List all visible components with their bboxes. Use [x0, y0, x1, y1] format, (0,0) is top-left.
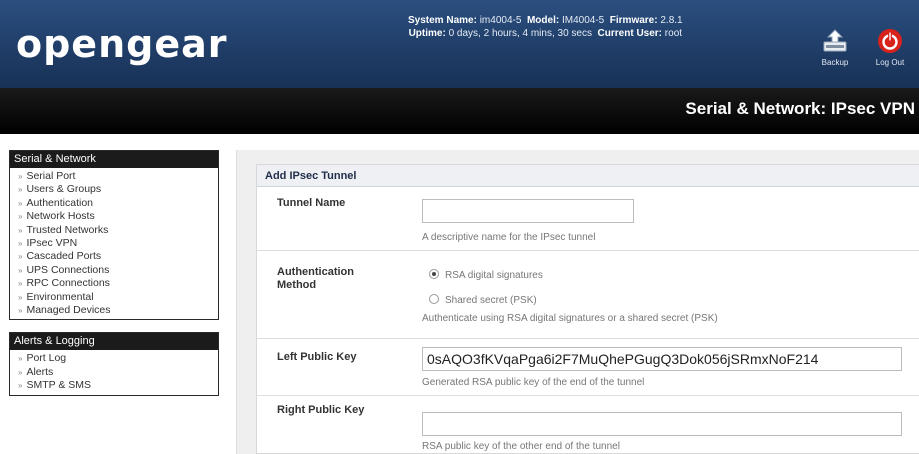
- sidebar-item-label: Cascaded Ports: [26, 250, 102, 263]
- psk-radio-option[interactable]: Shared secret (PSK): [429, 294, 537, 306]
- sidebar-item-label: Network Hosts: [26, 210, 95, 223]
- right-key-label: Right Public Key: [277, 404, 365, 416]
- auth-method-help: Authenticate using RSA digital signature…: [422, 313, 718, 324]
- firmware-value: 2.8.1: [660, 15, 683, 26]
- model-value: IM4004-5: [561, 15, 605, 26]
- bullet-icon: »: [18, 279, 23, 289]
- sidebar-item-alerts[interactable]: » Alerts: [10, 366, 218, 379]
- bullet-icon: »: [18, 198, 23, 208]
- sidebar-group-serial-network: Serial & Network » Serial Port » Users & G…: [9, 150, 219, 321]
- sidebar-item-label: Serial Port: [26, 170, 76, 182]
- bullet-icon: »: [18, 185, 23, 195]
- sidebar-item-managed-devices[interactable]: » Managed Devices: [10, 304, 218, 317]
- tunnel-name-label: Tunnel Name: [277, 197, 346, 209]
- system-info: System Name: im4004-5 Model: IM4004-5 Fi…: [408, 14, 683, 40]
- left-key-label: Left Public Key: [277, 351, 357, 363]
- bullet-icon: »: [18, 212, 23, 222]
- bullet-icon: »: [18, 354, 23, 364]
- backup-button[interactable]: Backup: [818, 28, 852, 67]
- sidebar-item-trusted-networks[interactable]: » Trusted Networks: [10, 224, 218, 237]
- uptime-label: Uptime:: [408, 28, 446, 39]
- left-key-input[interactable]: 0sAQO3fKVqaPga6i2F7MuQhePGugQ3Dok056jSRm…: [422, 347, 902, 371]
- right-key-row: Right Public Key RSA public key of the o…: [257, 396, 919, 454]
- logout-button[interactable]: Log Out: [873, 28, 907, 67]
- bullet-icon: »: [18, 239, 23, 249]
- model-label: Model:: [526, 15, 560, 26]
- sidebar-item-smtp-sms[interactable]: » SMTP & SMS: [10, 379, 218, 392]
- sidebar-item-label: IPsec VPN: [26, 237, 78, 250]
- bullet-icon: »: [18, 367, 23, 377]
- sidebar-item-label: Alerts: [26, 365, 54, 378]
- sidebar-item-label: Port Log: [26, 352, 67, 365]
- sidebar-item-environmental[interactable]: » Environmental: [10, 291, 218, 304]
- sidebar-item-label: Authentication: [26, 196, 94, 209]
- auth-method-label: Authentication Method: [277, 266, 354, 292]
- bullet-icon: »: [18, 252, 23, 262]
- sidebar-group-title[interactable]: Alerts & Logging: [10, 333, 218, 351]
- sidebar-item-cascaded-ports[interactable]: » Cascaded Ports: [10, 250, 218, 263]
- sidebar-item-rpc-connections[interactable]: » RPC Connections: [10, 277, 218, 290]
- bullet-icon: »: [18, 381, 23, 391]
- sidebar-list: » Port Log » Alerts » SMTP & SMS: [10, 350, 218, 395]
- sidebar-item-label: Trusted Networks: [26, 223, 109, 236]
- sidebar-item-serial-port[interactable]: » Serial Port: [10, 170, 218, 183]
- logout-label: Log Out: [875, 58, 905, 67]
- system-name-value: im4004-5: [479, 15, 522, 26]
- auth-method-row: Authentication Method RSA digital signat…: [257, 251, 919, 339]
- sidebar-item-network-hosts[interactable]: » Network Hosts: [10, 210, 218, 223]
- header-bar: opengear System Name: im4004-5 Model: IM…: [0, 0, 919, 88]
- page-title: Serial & Network: IPsec VPN: [685, 99, 915, 118]
- sidebar: Serial & Network » Serial Port » Users & G…: [9, 150, 219, 408]
- sidebar-item-label: Users & Groups: [26, 183, 102, 196]
- right-key-input[interactable]: [422, 412, 902, 436]
- psk-radio-button[interactable]: [429, 294, 439, 304]
- bullet-icon: »: [18, 265, 23, 275]
- sidebar-item-label: Environmental: [26, 290, 94, 303]
- right-key-help: RSA public key of the other end of the t…: [422, 441, 620, 452]
- sidebar-item-label: Managed Devices: [26, 304, 111, 317]
- sidebar-item-label: UPS Connections: [26, 263, 110, 276]
- sidebar-list: » Serial Port » Users & Groups » Authentica…: [10, 168, 218, 320]
- add-ipsec-tunnel-panel: Add IPsec Tunnel Tunnel Name A descripti…: [256, 164, 919, 454]
- sidebar-item-port-log[interactable]: » Port Log: [10, 352, 218, 365]
- sidebar-group-title[interactable]: Serial & Network: [10, 151, 218, 168]
- sidebar-item-ipsec-vpn[interactable]: » IPsec VPN: [10, 237, 218, 250]
- system-name-label: System Name:: [408, 15, 477, 26]
- psk-radio-label: Shared secret (PSK): [445, 295, 537, 306]
- auth-method-label-line2: Method: [277, 279, 317, 291]
- sidebar-item-users-groups[interactable]: » Users & Groups: [10, 183, 218, 196]
- sidebar-item-label: SMTP & SMS: [26, 379, 92, 392]
- rsa-radio-option[interactable]: RSA digital signatures: [429, 269, 543, 281]
- opengear-logo[interactable]: opengear: [16, 22, 228, 66]
- uptime-value: 0 days, 2 hours, 4 mins, 30 secs: [448, 28, 592, 39]
- current-user-label: Current User:: [597, 28, 663, 39]
- rsa-radio-label: RSA digital signatures: [445, 270, 543, 281]
- sidebar-item-ups-connections[interactable]: » UPS Connections: [10, 264, 218, 277]
- tunnel-name-row: Tunnel Name A descriptive name for the I…: [257, 187, 919, 251]
- sidebar-item-label: RPC Connections: [26, 277, 110, 290]
- tunnel-name-help: A descriptive name for the IPsec tunnel: [422, 232, 596, 243]
- left-key-help: Generated RSA public key of the end of t…: [422, 377, 645, 388]
- firmware-label: Firmware:: [609, 15, 658, 26]
- bullet-icon: »: [18, 172, 23, 181]
- tunnel-name-input[interactable]: [422, 199, 634, 223]
- auth-method-label-line1: Authentication: [277, 266, 354, 278]
- bullet-icon: »: [18, 292, 23, 302]
- power-icon: [878, 29, 902, 53]
- bullet-icon: »: [18, 225, 23, 235]
- title-bar: Serial & Network: IPsec VPN: [0, 88, 919, 134]
- main-content: Add IPsec Tunnel Tunnel Name A descripti…: [236, 150, 919, 454]
- rsa-radio-button[interactable]: [429, 269, 439, 279]
- sidebar-item-authentication[interactable]: » Authentication: [10, 197, 218, 210]
- sidebar-group-alerts-logging: Alerts & Logging » Port Log » Alerts » SMTP…: [9, 332, 219, 396]
- backup-label: Backup: [821, 58, 849, 67]
- current-user-value: root: [664, 28, 683, 39]
- backup-icon: [823, 29, 847, 52]
- left-key-row: Left Public Key 0sAQO3fKVqaPga6i2F7MuQhe…: [257, 339, 919, 396]
- bullet-icon: »: [18, 306, 23, 316]
- panel-title: Add IPsec Tunnel: [257, 165, 919, 187]
